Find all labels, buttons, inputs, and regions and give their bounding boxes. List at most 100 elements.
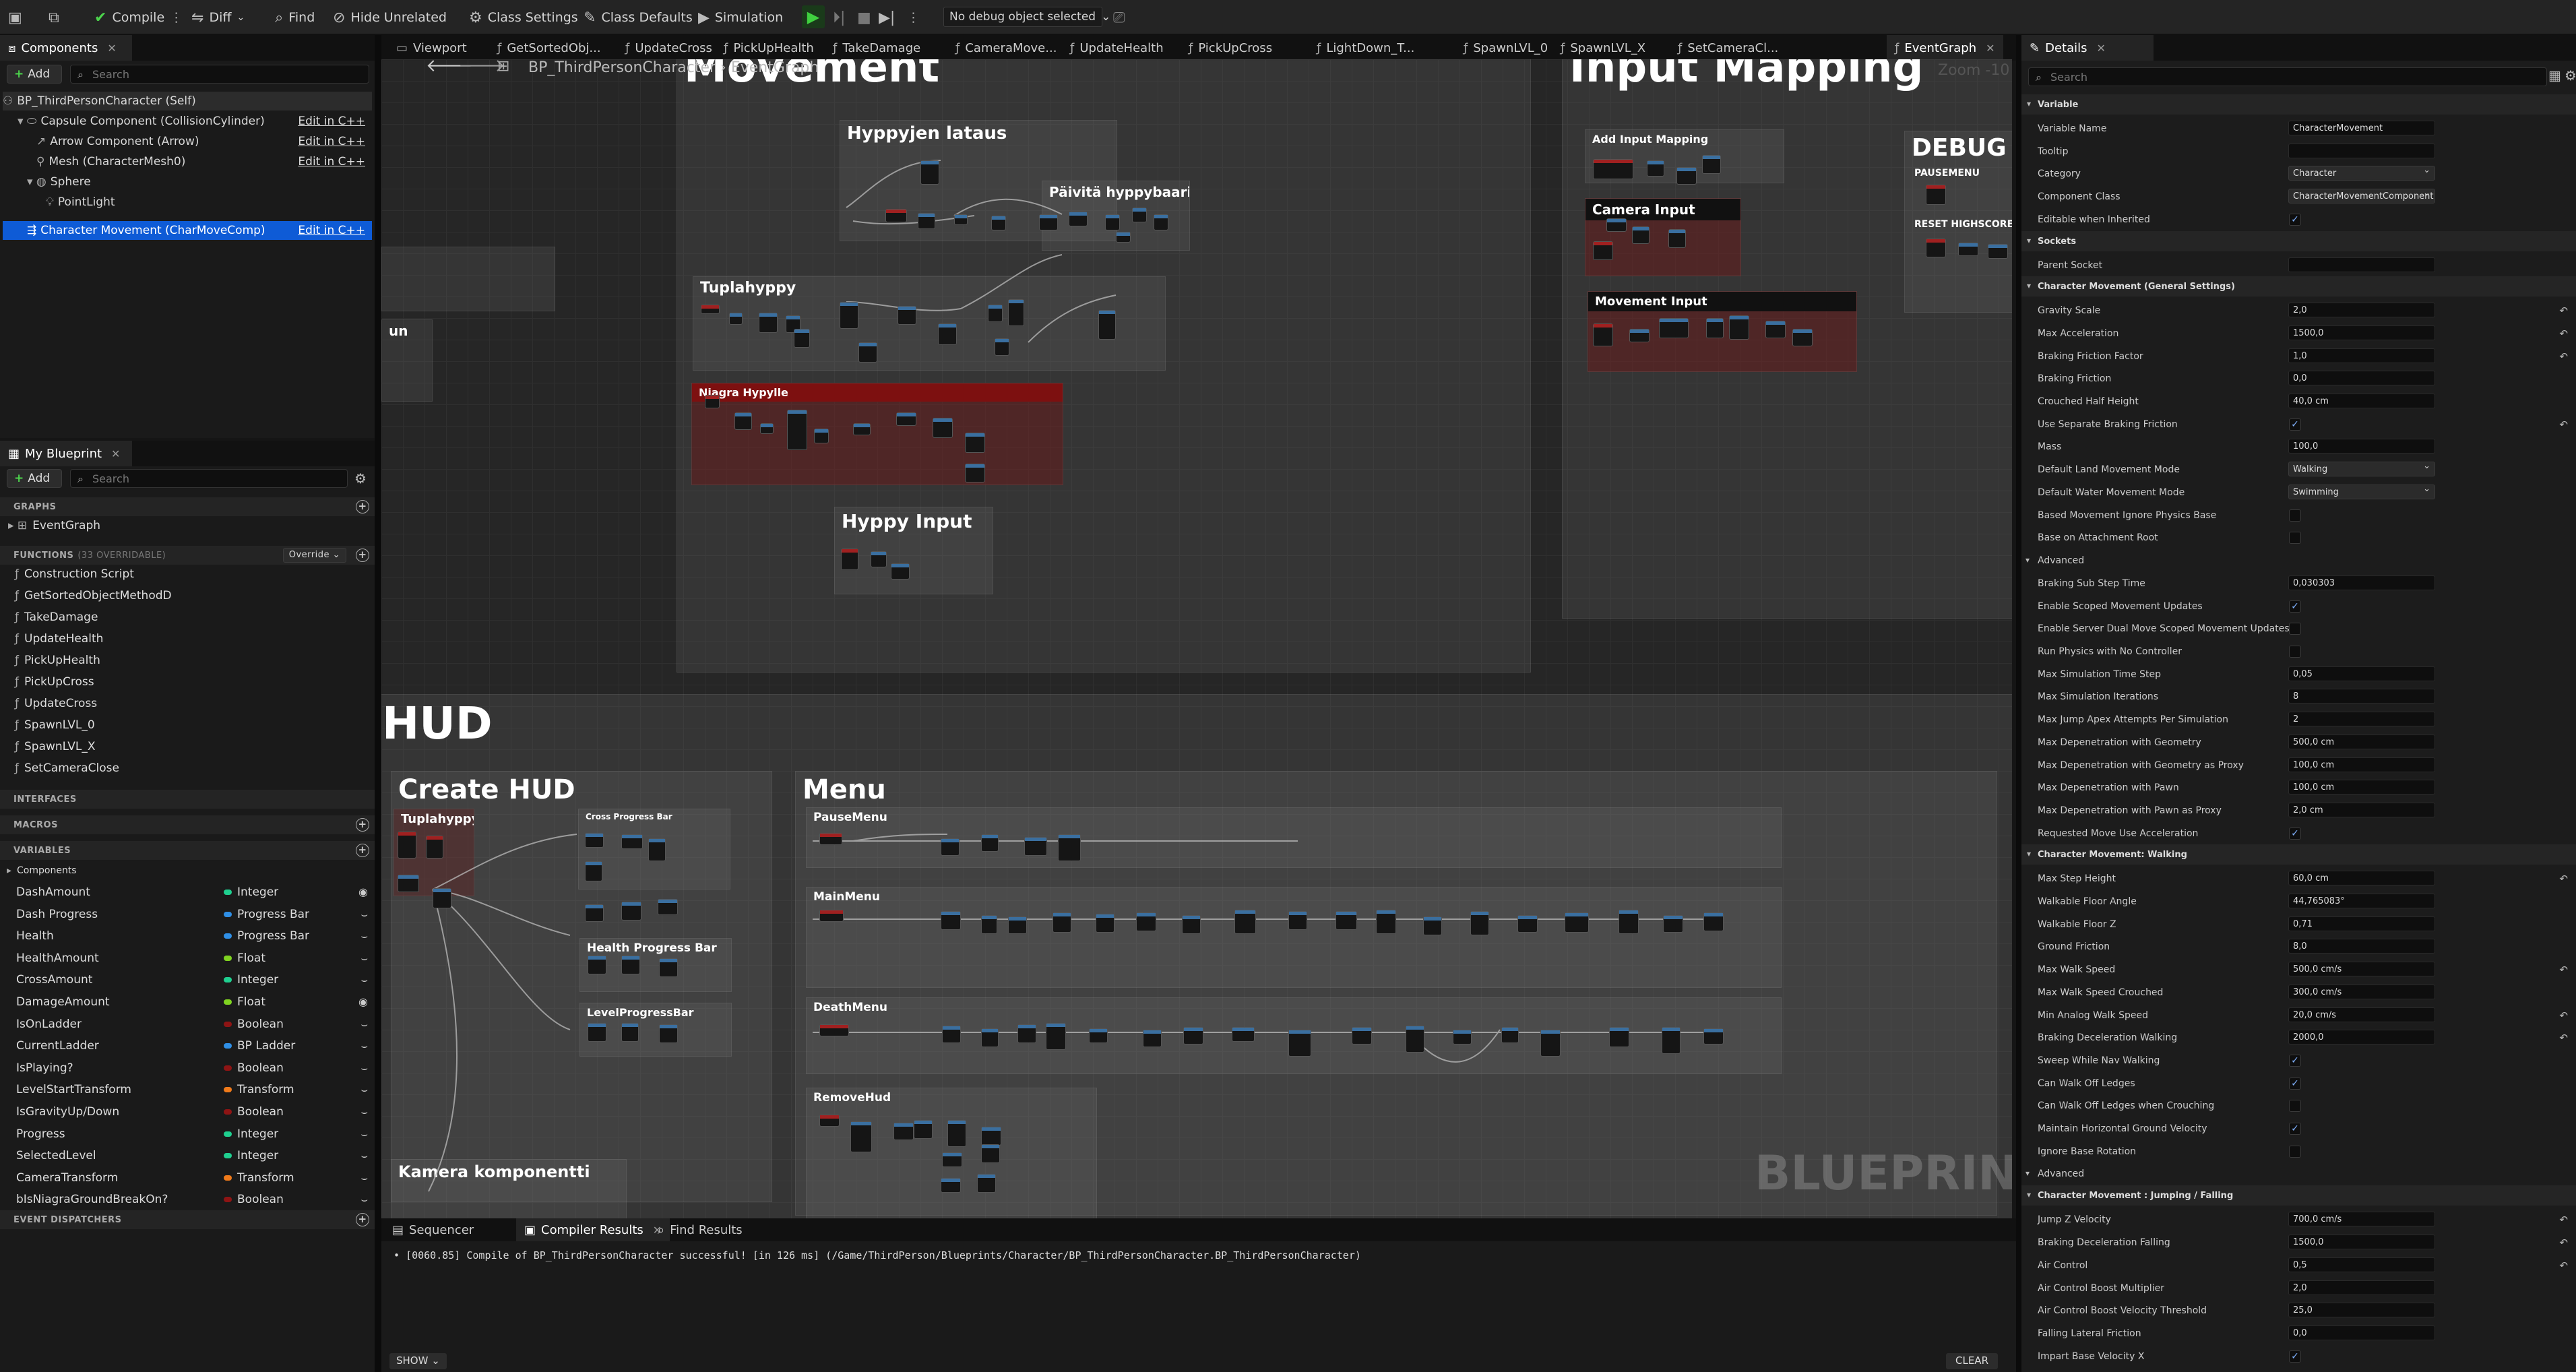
- property-checkbox[interactable]: [2289, 1145, 2301, 1158]
- graph-node[interactable]: [1008, 916, 1027, 934]
- graph-node[interactable]: [947, 1120, 966, 1147]
- graph-node[interactable]: [585, 904, 604, 922]
- graph-node[interactable]: [981, 1028, 999, 1047]
- graph-node[interactable]: [1663, 915, 1683, 933]
- graph-node[interactable]: [787, 410, 807, 450]
- save-icon[interactable]: ▣: [8, 5, 22, 30]
- function-item[interactable]: ƒ PickUpCross: [15, 673, 94, 691]
- graph-node[interactable]: [885, 209, 907, 222]
- property-value-input[interactable]: 2,0: [2288, 303, 2435, 318]
- property-checkbox[interactable]: ✓: [2289, 213, 2301, 226]
- left-splitter[interactable]: [375, 35, 381, 1372]
- graph-node[interactable]: [896, 412, 916, 426]
- eye-closed-icon[interactable]: ⌣: [360, 1171, 368, 1185]
- function-item[interactable]: ƒ UpdateCross: [15, 694, 97, 713]
- details-advanced-toggle[interactable]: ▾ Advanced: [2021, 1162, 2576, 1185]
- tab-my-blueprint[interactable]: ▦ My Blueprint ✕: [0, 441, 132, 466]
- graph-node[interactable]: [705, 395, 720, 408]
- variable-row[interactable]: HealthAmount Float ⌣: [0, 947, 375, 969]
- property-value-input[interactable]: 100,0 cm: [2288, 780, 2435, 795]
- details-advanced-toggle[interactable]: ▾ Advanced: [2021, 549, 2576, 572]
- graph-item-eventgraph[interactable]: ▸ ⊞ EventGraph: [8, 516, 100, 535]
- variable-row[interactable]: DamageAmount Float ◉: [0, 991, 375, 1013]
- right-splitter[interactable]: [2016, 35, 2021, 1372]
- eye-closed-icon[interactable]: ⌣: [360, 952, 368, 965]
- graph-node[interactable]: [920, 160, 939, 185]
- property-checkbox[interactable]: [2289, 509, 2301, 522]
- play-button[interactable]: ▶: [802, 5, 825, 28]
- add-graph-icon[interactable]: +: [356, 500, 369, 513]
- eye-closed-icon[interactable]: ⌣: [360, 1127, 368, 1141]
- graph-node[interactable]: [933, 418, 953, 438]
- graph-node[interactable]: [898, 306, 916, 325]
- graph-node[interactable]: [760, 423, 774, 434]
- graph-node[interactable]: [794, 329, 810, 348]
- graph-node[interactable]: [819, 910, 844, 922]
- graph-node[interactable]: [871, 551, 887, 567]
- class-defaults-button[interactable]: ✎ Class Defaults: [584, 5, 693, 30]
- editor-tab[interactable]: ƒ TakeDamage: [825, 35, 929, 61]
- property-checkbox[interactable]: ✓: [2289, 600, 2301, 613]
- graph-node[interactable]: [1926, 185, 1946, 205]
- variable-row[interactable]: CurrentLadder BP Ladder ⌣: [0, 1035, 375, 1057]
- graph-node[interactable]: [1988, 244, 2008, 259]
- graph-node[interactable]: [981, 1144, 1000, 1163]
- property-value-input[interactable]: 500,0 cm: [2288, 734, 2435, 749]
- function-item[interactable]: ƒ UpdateHealth: [15, 629, 103, 648]
- edit-in-cpp-link[interactable]: Edit in C++: [298, 115, 365, 128]
- property-value-input[interactable]: 0,71: [2288, 916, 2435, 931]
- simulation-button[interactable]: ▶ Simulation: [698, 5, 783, 30]
- graph-node[interactable]: [1632, 226, 1650, 244]
- property-value-input[interactable]: 0,030303: [2288, 575, 2435, 590]
- graph-node[interactable]: [621, 1023, 639, 1042]
- graph-node[interactable]: [914, 1120, 933, 1139]
- tab-sequencer[interactable]: ▤ Sequencer: [384, 1218, 482, 1241]
- graph-node[interactable]: [1098, 310, 1116, 340]
- add-variable-icon[interactable]: +: [356, 844, 369, 857]
- graph-node[interactable]: [1336, 911, 1357, 930]
- graph-node[interactable]: [1676, 167, 1697, 185]
- graph-node[interactable]: [1703, 1028, 1724, 1044]
- graph-node[interactable]: [1565, 912, 1589, 933]
- tab-compiler-results[interactable]: ▣ Compiler Results ✕: [516, 1218, 670, 1241]
- editor-tab[interactable]: ƒ PickUpCross: [1181, 35, 1280, 61]
- details-section-header[interactable]: ▾ Character Movement: Walking: [2021, 844, 2576, 865]
- graph-node[interactable]: [893, 1123, 914, 1140]
- details-section-header[interactable]: ▾ Variable: [2021, 94, 2576, 115]
- find-button[interactable]: ⌕ Find: [275, 5, 315, 30]
- property-checkbox[interactable]: [2289, 646, 2301, 658]
- graph-node[interactable]: [759, 313, 778, 333]
- graphs-section[interactable]: GRAPHS +: [0, 497, 375, 516]
- reset-icon[interactable]: ↶: [2559, 418, 2568, 431]
- graph-node[interactable]: [398, 875, 419, 892]
- close-icon[interactable]: ✕: [2097, 42, 2106, 55]
- stop-button[interactable]: ■: [857, 5, 871, 30]
- editor-tab[interactable]: ▭ Viewport: [388, 35, 475, 61]
- variable-row[interactable]: Dash Progress Progress Bar ⌣: [0, 904, 375, 925]
- property-value-input[interactable]: [2288, 257, 2435, 272]
- variable-row[interactable]: IsPlaying? Boolean ⌣: [0, 1057, 375, 1079]
- graph-node[interactable]: [1958, 243, 1978, 256]
- hide-unrelated-button[interactable]: ⊘ Hide Unrelated: [333, 5, 447, 30]
- reset-icon[interactable]: ↶: [2559, 1009, 2568, 1022]
- edit-in-cpp-link[interactable]: Edit in C++: [298, 224, 365, 237]
- property-checkbox[interactable]: [2289, 1100, 2301, 1113]
- graph-node[interactable]: [1619, 910, 1639, 934]
- close-icon[interactable]: ✕: [107, 42, 116, 55]
- property-checkbox[interactable]: ✓: [2289, 1123, 2301, 1135]
- graph-node[interactable]: [938, 323, 957, 345]
- graph-node[interactable]: [1058, 834, 1081, 861]
- property-value-input[interactable]: 40,0 cm: [2288, 394, 2435, 408]
- graph-node[interactable]: [1593, 159, 1633, 179]
- reset-icon[interactable]: ↶: [2559, 1032, 2568, 1044]
- override-dropdown[interactable]: Override ⌄: [282, 548, 346, 563]
- reset-icon[interactable]: ↶: [2559, 1259, 2568, 1272]
- graph-node[interactable]: [819, 833, 842, 845]
- property-value-input[interactable]: 2: [2288, 712, 2435, 727]
- function-item[interactable]: ƒ GetSortedObjectMethodD: [15, 586, 172, 605]
- eye-closed-icon[interactable]: ⌣: [360, 1193, 368, 1206]
- component-character-movement[interactable]: ⇶ Character Movement (CharMoveComp) Edit i…: [3, 221, 372, 240]
- graph-node[interactable]: [941, 1178, 961, 1193]
- graph-node[interactable]: [1702, 155, 1721, 174]
- graph-node[interactable]: [1017, 1024, 1036, 1043]
